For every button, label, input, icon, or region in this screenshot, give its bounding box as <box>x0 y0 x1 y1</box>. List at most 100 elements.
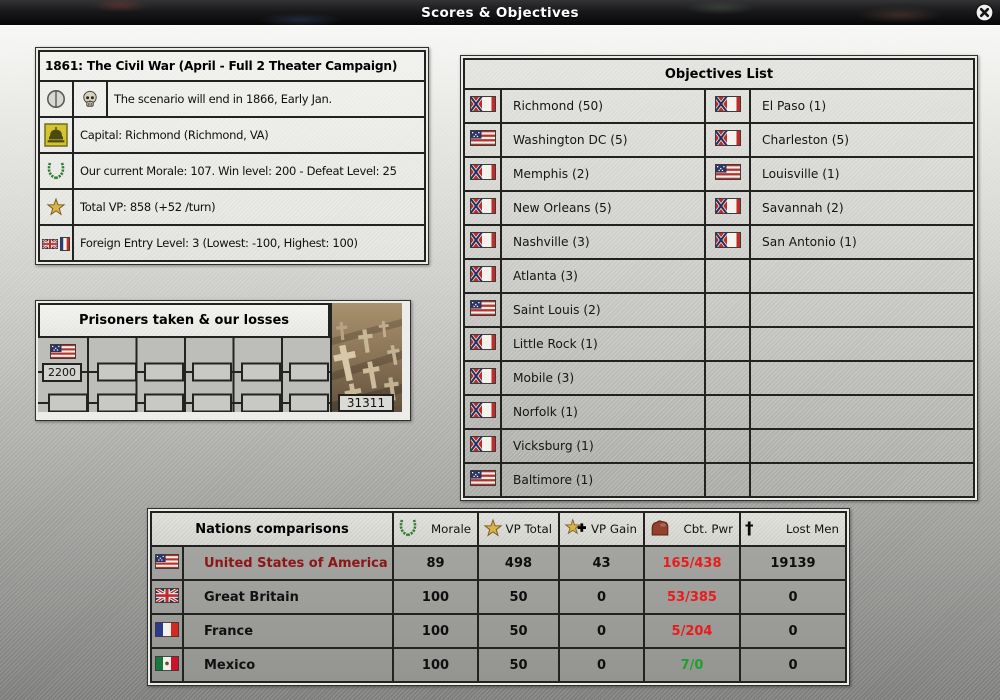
close-icon[interactable] <box>975 3 994 22</box>
objective-name: Washington DC (5) <box>500 122 706 158</box>
column-header-lost-men: † Lost Men <box>739 511 847 547</box>
objectives-title: Objectives List <box>463 58 975 90</box>
objective-row: Baltimore (1) <box>463 462 975 498</box>
objective-row: Memphis (2) Louisville (1) <box>463 156 975 192</box>
nation-vp-total: 50 <box>477 647 560 683</box>
nation-combat-power: 165/438 <box>643 545 741 581</box>
column-label: Cbt. Pwr <box>683 522 733 536</box>
csa-flag-icon <box>463 258 502 294</box>
objectives-panel: Objectives List Richmond (50) El Paso (1)… <box>460 55 978 501</box>
csa-flag-icon <box>463 156 502 192</box>
empty-flag-cell <box>704 292 751 328</box>
nation-row: Great Britain 100 50 0 53/385 0 <box>150 579 847 615</box>
empty-flag-cell <box>704 394 751 430</box>
star-icon <box>483 517 503 541</box>
empty-flag-cell <box>704 360 751 396</box>
usa-flag-icon <box>463 292 502 328</box>
objective-name: Saint Louis (2) <box>500 292 706 328</box>
nation-row: France 100 50 0 5/204 0 <box>150 613 847 649</box>
objective-name: Little Rock (1) <box>500 326 706 362</box>
objective-name: Baltimore (1) <box>500 462 706 498</box>
csa-flag-icon <box>463 88 502 124</box>
nation-vp-gain: 0 <box>558 579 645 615</box>
uk-flag-icon <box>150 579 184 615</box>
nation-combat-power: 5/204 <box>643 613 741 649</box>
objective-name: Memphis (2) <box>500 156 706 192</box>
laurel-icon <box>398 518 418 541</box>
objective-row: Vicksburg (1) <box>463 428 975 464</box>
objective-name: New Orleans (5) <box>500 190 706 226</box>
csa-flag-icon <box>704 224 751 260</box>
objective-name: Savannah (2) <box>749 190 975 226</box>
objective-row: Atlanta (3) <box>463 258 975 294</box>
bicep-icon <box>649 518 669 541</box>
nation-vp-total: 498 <box>477 545 560 581</box>
csa-flag-icon <box>704 190 751 226</box>
nation-vp-gain: 0 <box>558 647 645 683</box>
objective-name <box>749 258 975 294</box>
nation-vp-total: 50 <box>477 613 560 649</box>
nation-name: France <box>182 613 394 649</box>
objective-name <box>749 428 975 464</box>
usa-flag-icon <box>50 344 76 363</box>
csa-flag-icon <box>463 190 502 226</box>
csa-flag-icon <box>704 88 751 124</box>
scenario-row-text: Foreign Entry Level: 3 (Lowest: -100, Hi… <box>72 224 426 262</box>
objective-name <box>749 360 975 396</box>
nation-vp-total: 50 <box>477 579 560 615</box>
objective-row: Norfolk (1) <box>463 394 975 430</box>
empty-flag-cell <box>704 326 751 362</box>
empty-flag-cell <box>704 258 751 294</box>
star-icon <box>38 188 74 226</box>
nation-lost-men: 0 <box>739 579 847 615</box>
objective-row: Saint Louis (2) <box>463 292 975 328</box>
objective-name: Vicksburg (1) <box>500 428 706 464</box>
scenario-row-text: Total VP: 858 (+52 /turn) <box>72 188 426 226</box>
csa-flag-icon <box>463 428 502 464</box>
skull-icon <box>72 80 108 118</box>
nation-name: Mexico <box>182 647 394 683</box>
column-header-vp-total: VP Total <box>477 511 560 547</box>
scenario-row-text: Capital: Richmond (Richmond, VA) <box>72 116 426 154</box>
nation-vp-gain: 43 <box>558 545 645 581</box>
objective-row: Richmond (50) El Paso (1) <box>463 88 975 124</box>
nation-combat-power: 7/0 <box>643 647 741 683</box>
clock-icon <box>38 80 74 118</box>
nation-row: Mexico 100 50 0 7/0 0 <box>150 647 847 683</box>
csa-flag-icon <box>704 122 751 158</box>
mexico-flag-icon <box>150 647 184 683</box>
objective-name: Charleston (5) <box>749 122 975 158</box>
nation-lost-men: 0 <box>739 613 847 649</box>
nation-morale: 89 <box>392 545 479 581</box>
objective-row: Washington DC (5) Charleston (5) <box>463 122 975 158</box>
prisoners-panel-body: Prisoners taken & our losses 2200 31311 <box>38 303 409 413</box>
nations-comparison-panel: Nations comparisons Morale VP Total VP Gai… <box>147 508 850 686</box>
cross-icon: † <box>745 518 754 539</box>
france-flag-icon <box>150 613 184 649</box>
objective-row: New Orleans (5) Savannah (2) <box>463 190 975 226</box>
column-label: Morale <box>430 522 471 536</box>
nation-morale: 100 <box>392 613 479 649</box>
objective-row: Mobile (3) <box>463 360 975 396</box>
nation-combat-power: 53/385 <box>643 579 741 615</box>
objective-name: Nashville (3) <box>500 224 706 260</box>
objective-name: Louisville (1) <box>749 156 975 192</box>
empty-flag-cell <box>704 428 751 464</box>
prisoners-count: 2200 <box>42 363 82 382</box>
scenario-title: 1861: The Civil War (April - Full 2 Thea… <box>38 50 426 82</box>
objective-name <box>749 326 975 362</box>
nation-name: United States of America <box>182 545 394 581</box>
objective-row: Nashville (3) San Antonio (1) <box>463 224 975 260</box>
column-header-cbt-pwr: Cbt. Pwr <box>643 511 741 547</box>
usa-flag-icon <box>150 545 184 581</box>
objective-name: Richmond (50) <box>500 88 706 124</box>
objective-name: Atlanta (3) <box>500 258 706 294</box>
objective-name: El Paso (1) <box>749 88 975 124</box>
uk-france-flags-icon <box>38 224 74 262</box>
objective-name <box>749 462 975 498</box>
prisoners-losses-panel: Prisoners taken & our losses 2200 31311 <box>35 300 411 421</box>
usa-flag-icon <box>463 462 502 498</box>
column-label: VP Gain <box>590 522 637 536</box>
empty-flag-cell <box>704 462 751 498</box>
objective-name <box>749 394 975 430</box>
